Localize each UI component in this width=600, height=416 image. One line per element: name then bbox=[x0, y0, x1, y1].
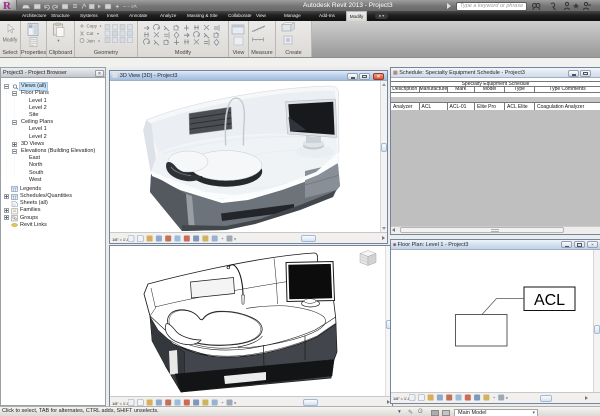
svg-text:▾: ▾ bbox=[57, 38, 60, 43]
svg-text:▾: ▾ bbox=[97, 31, 99, 36]
svg-text:▾: ▾ bbox=[98, 39, 100, 44]
svg-text:▾: ▾ bbox=[234, 400, 237, 405]
svg-text:Copy: Copy bbox=[87, 24, 98, 29]
svg-text:▾: ▾ bbox=[100, 24, 102, 29]
svg-text:▾: ▾ bbox=[234, 236, 237, 241]
svg-text:▾: ▾ bbox=[506, 396, 509, 401]
svg-text:Join: Join bbox=[87, 39, 96, 44]
svg-text:ACL: ACL bbox=[534, 292, 565, 309]
svg-text:Modify: Modify bbox=[3, 38, 18, 44]
svg-text:Cut: Cut bbox=[87, 31, 95, 36]
